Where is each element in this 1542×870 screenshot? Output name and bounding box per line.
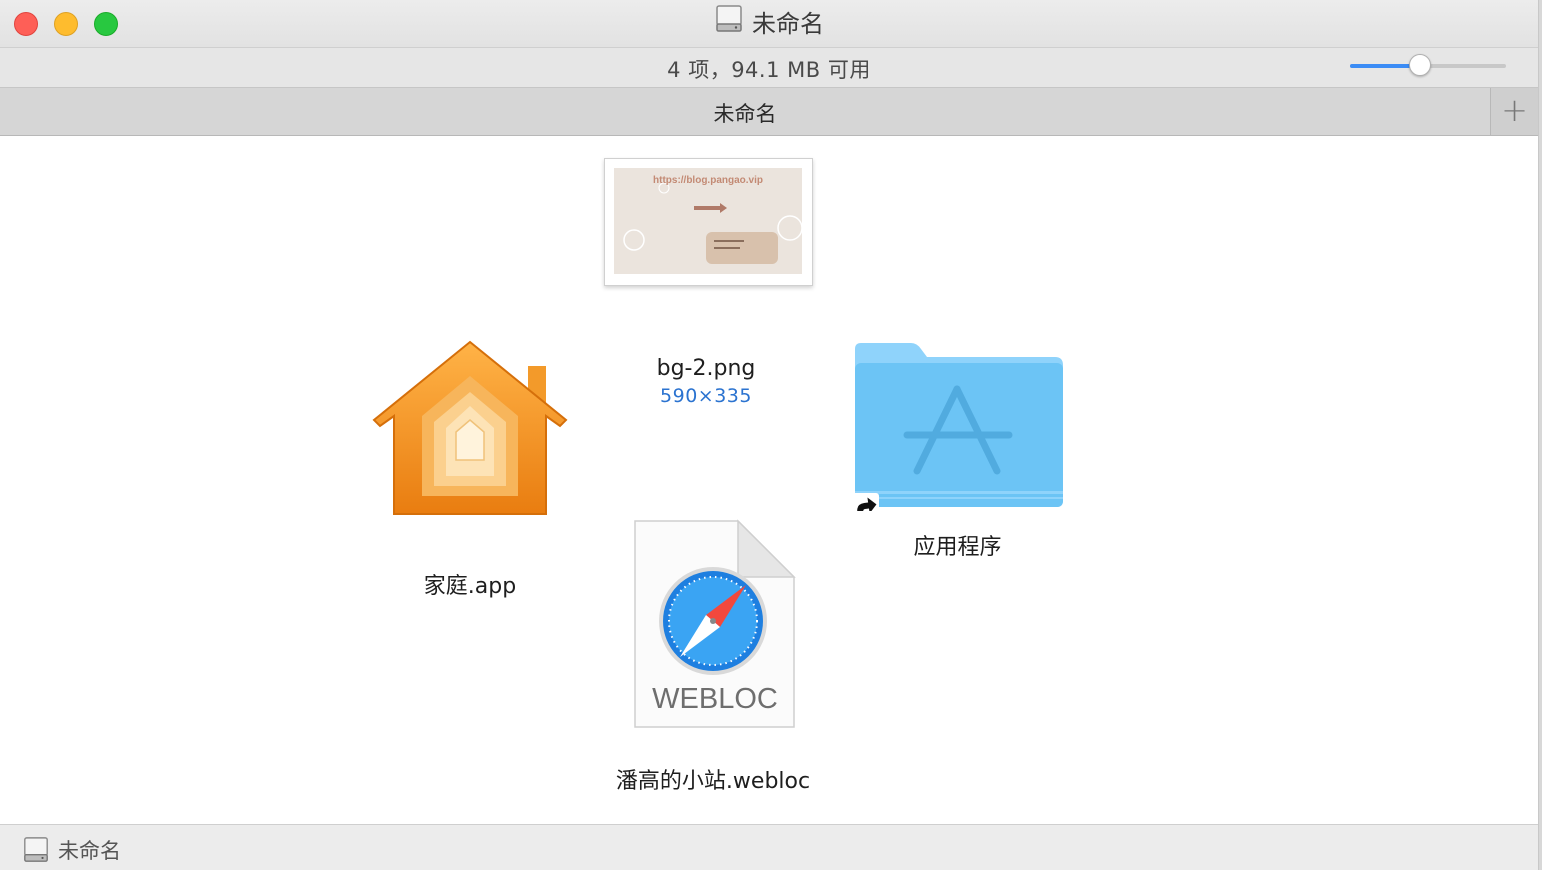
tab-bar: 未命名 + bbox=[0, 88, 1538, 136]
tab-current[interactable]: 未命名 bbox=[0, 98, 1490, 128]
icon-size-slider[interactable] bbox=[1350, 54, 1506, 76]
home-app-name: 家庭.app bbox=[423, 574, 517, 599]
home-app-item[interactable]: 家庭.app bbox=[368, 336, 572, 600]
title-bar[interactable]: 未命名 bbox=[0, 0, 1538, 48]
applications-folder-icon bbox=[851, 343, 1063, 523]
image-preview: https://blog.pangao.vip bbox=[614, 168, 802, 274]
applications-name: 应用程序 bbox=[913, 535, 1002, 560]
finder-window: 未命名 4 项，94.1 MB 可用 未命名 + https://blog.pa… bbox=[0, 0, 1539, 870]
status-bar: 4 项，94.1 MB 可用 bbox=[0, 48, 1538, 88]
disk-icon bbox=[22, 836, 50, 868]
image-preview-url: https://blog.pangao.vip bbox=[653, 175, 763, 186]
safari-compass-icon bbox=[659, 567, 767, 675]
webloc-item[interactable]: WEBLOC 潘高的小站.webloc bbox=[600, 519, 826, 795]
webloc-name: 潘高的小站.webloc bbox=[615, 769, 811, 794]
path-bar: 未命名 bbox=[0, 824, 1538, 870]
image-dimensions: 590×335 bbox=[660, 385, 752, 407]
disk-icon bbox=[714, 4, 744, 42]
image-thumbnail[interactable]: https://blog.pangao.vip bbox=[604, 158, 813, 286]
path-item-volume[interactable]: 未命名 bbox=[58, 835, 121, 865]
alias-arrow-icon bbox=[851, 493, 879, 523]
webloc-badge: WEBLOC bbox=[652, 683, 778, 715]
window-title: 未命名 bbox=[0, 4, 1538, 42]
applications-alias-item[interactable]: 应用程序 bbox=[845, 341, 1070, 561]
icon-view[interactable]: https://blog.pangao.vip bg-2.png 590×335 bbox=[0, 136, 1538, 824]
image-item[interactable]: bg-2.png 590×335 bbox=[606, 356, 806, 407]
window-title-text: 未命名 bbox=[752, 10, 824, 38]
status-text: 4 项，94.1 MB 可用 bbox=[667, 58, 871, 82]
image-name: bg-2.png bbox=[656, 356, 756, 381]
new-tab-button[interactable]: + bbox=[1490, 88, 1538, 135]
home-app-icon bbox=[372, 340, 568, 515]
